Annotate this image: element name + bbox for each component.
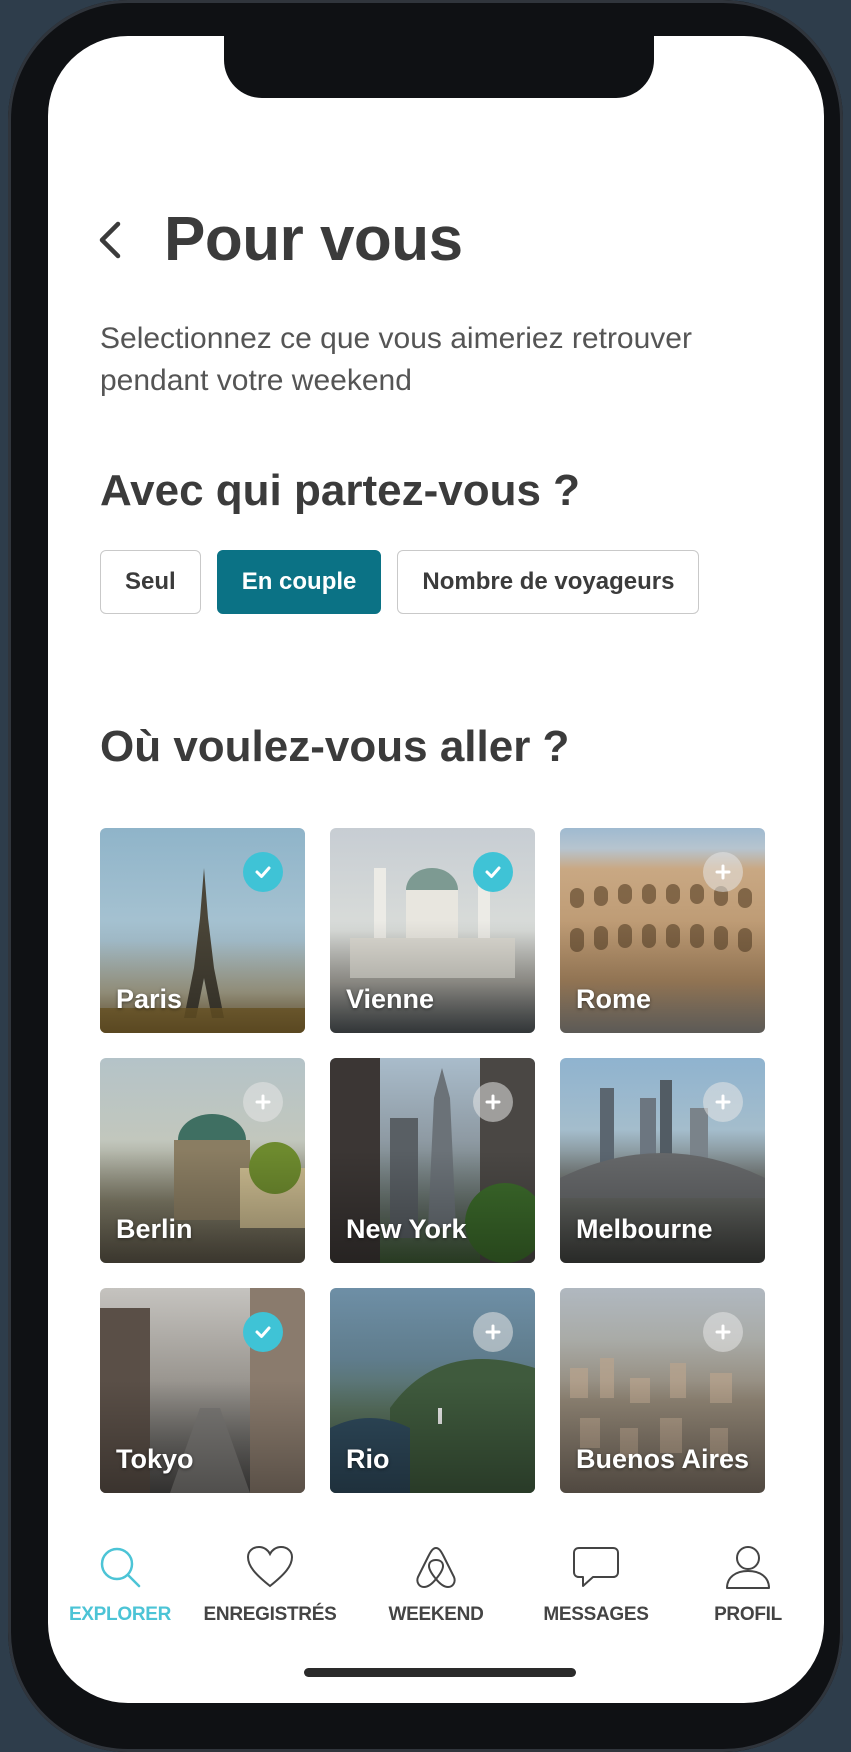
- back-chevron-icon[interactable]: [98, 220, 126, 260]
- check-icon: [473, 852, 513, 892]
- plus-icon: [703, 1082, 743, 1122]
- companions-title: Avec qui partez-vous ?: [100, 466, 581, 515]
- page-header: Pour vous: [98, 204, 463, 275]
- phone-frame: Pour vous Selectionnez ce que vous aimer…: [8, 0, 843, 1752]
- app-screen: Pour vous Selectionnez ce que vous aimer…: [48, 36, 824, 1703]
- companions-options: Seul En couple Nombre de voyageurs: [100, 550, 700, 614]
- notch: [224, 36, 654, 98]
- destination-tile-rio[interactable]: Rio: [330, 1288, 535, 1493]
- destination-tile-buenos-aires[interactable]: Buenos Aires: [560, 1288, 765, 1493]
- plus-icon: [243, 1082, 283, 1122]
- plus-icon: [703, 852, 743, 892]
- tab-label: PROFIL: [714, 1604, 782, 1625]
- destination-name: Rio: [346, 1444, 390, 1474]
- message-icon: [526, 1544, 666, 1590]
- destination-name: New York: [346, 1214, 467, 1244]
- destination-tile-new-york[interactable]: New York: [330, 1058, 535, 1263]
- destination-name: Berlin: [116, 1214, 193, 1244]
- tab-label: EXPLORER: [68, 1604, 172, 1625]
- option-nombre-voyageurs-chip[interactable]: Nombre de voyageurs: [397, 550, 700, 614]
- page-subtitle: Selectionnez ce que vous aimeriez retrou…: [100, 322, 692, 397]
- tab-label: WEEKEND: [388, 1604, 484, 1625]
- destination-name: Rome: [576, 984, 652, 1014]
- tab-explorer[interactable]: EXPLORER: [50, 1544, 190, 1626]
- destination-name: Buenos Aires: [576, 1444, 750, 1474]
- destinations-grid: Paris Vienne Rome Berlin New York Melbou…: [100, 828, 765, 1493]
- user-icon: [678, 1544, 818, 1590]
- option-en-couple-chip[interactable]: En couple: [216, 550, 382, 614]
- heart-icon: [200, 1544, 340, 1590]
- tab-enregistres[interactable]: ENREGISTRÉS: [200, 1544, 340, 1626]
- bottom-tab-bar: EXPLORER ENREGISTRÉS WEEKEND MESSAGES PR…: [48, 1544, 824, 1634]
- plus-icon: [473, 1082, 513, 1122]
- home-indicator[interactable]: [304, 1668, 576, 1677]
- tab-weekend[interactable]: WEEKEND: [366, 1544, 506, 1626]
- tab-messages[interactable]: MESSAGES: [526, 1544, 666, 1626]
- tab-label: ENREGISTRÉS: [203, 1604, 337, 1625]
- destination-name: Melbourne: [576, 1214, 713, 1244]
- destination-tile-tokyo[interactable]: Tokyo: [100, 1288, 305, 1493]
- destination-name: Paris: [116, 984, 183, 1014]
- destination-name: Tokyo: [116, 1444, 194, 1474]
- destination-tile-paris[interactable]: Paris: [100, 828, 305, 1033]
- destination-tile-melbourne[interactable]: Melbourne: [560, 1058, 765, 1263]
- tab-label: MESSAGES: [543, 1604, 649, 1625]
- page-title: Pour vous: [164, 205, 463, 274]
- airbnb-logo-icon: [366, 1544, 506, 1590]
- destinations-title: Où voulez-vous aller ?: [100, 722, 570, 771]
- tab-profil[interactable]: PROFIL: [678, 1544, 818, 1626]
- plus-icon: [703, 1312, 743, 1352]
- option-seul-chip[interactable]: Seul: [100, 550, 201, 614]
- check-icon: [243, 1312, 283, 1352]
- destination-tile-vienne[interactable]: Vienne: [330, 828, 535, 1033]
- destination-tile-berlin[interactable]: Berlin: [100, 1058, 305, 1263]
- search-icon: [50, 1544, 190, 1590]
- destination-name: Vienne: [346, 984, 435, 1014]
- plus-icon: [473, 1312, 513, 1352]
- check-icon: [243, 852, 283, 892]
- destination-tile-rome[interactable]: Rome: [560, 828, 765, 1033]
